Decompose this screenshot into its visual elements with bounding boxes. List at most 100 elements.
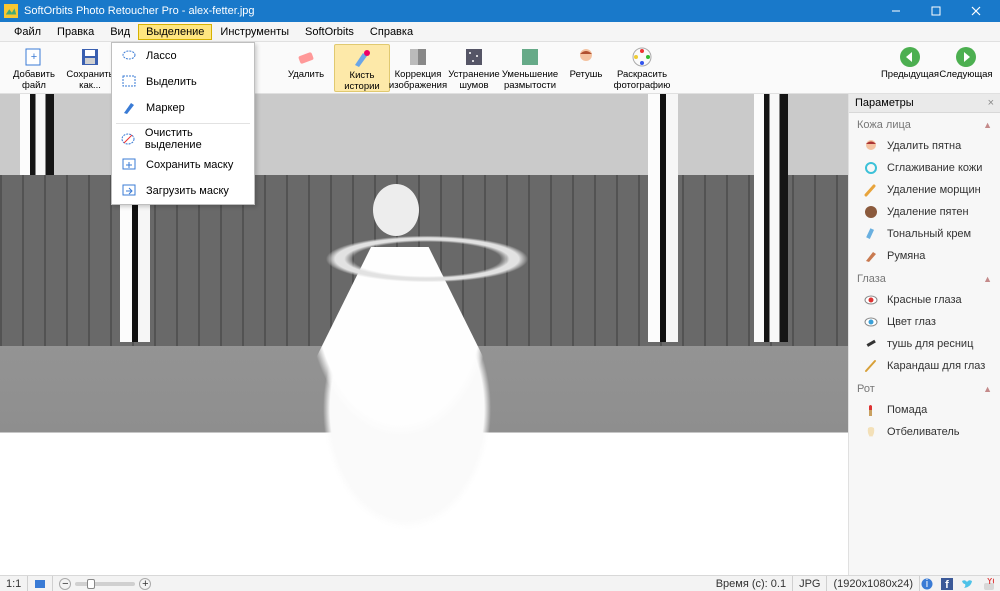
eraser-icon (295, 46, 317, 68)
image-correction-label: Коррекция изображения (389, 69, 447, 91)
side-panel-title: Параметры (855, 97, 914, 109)
dropdown-select-label: Выделить (146, 76, 197, 88)
retouch-button[interactable]: Ретушь (558, 44, 614, 92)
fit-screen-button[interactable] (28, 576, 53, 591)
tool-red-eyes[interactable]: Красные глаза (849, 289, 1000, 311)
dropdown-save-mask-label: Сохранить маску (146, 159, 233, 171)
save-as-label: Сохранить как... (62, 69, 118, 91)
wrinkle-icon (863, 182, 879, 198)
dropdown-select[interactable]: Выделить (112, 69, 254, 95)
colorize-label: Раскрасить фотографию (614, 69, 671, 91)
side-panel-close[interactable]: × (988, 97, 994, 109)
retouch-icon (575, 46, 597, 68)
collapse-icon: ▲ (983, 384, 992, 394)
dropdown-save-mask[interactable]: Сохранить маску (112, 152, 254, 178)
status-dimensions: (1920x1080x24) (827, 576, 920, 591)
tool-blush[interactable]: Румяна (849, 245, 1000, 267)
zoom-slider[interactable] (75, 582, 135, 586)
tool-eye-color[interactable]: Цвет глаз (849, 311, 1000, 333)
side-panel: Параметры × Кожа лица▲ Удалить пятна Сгл… (848, 94, 1000, 575)
menu-selection[interactable]: Выделение (138, 24, 212, 40)
save-as-button[interactable]: Сохранить как... (62, 44, 118, 92)
noise-icon (463, 46, 485, 68)
twitter-icon[interactable] (960, 577, 974, 591)
selection-dropdown: Лассо Выделить Маркер Очистить выделение… (111, 42, 255, 205)
minimize-button[interactable] (876, 0, 916, 22)
svg-text:+: + (31, 51, 37, 63)
zoom-out-button[interactable]: − (59, 578, 71, 590)
menu-softorbits[interactable]: SoftOrbits (297, 24, 362, 40)
tool-foundation[interactable]: Тональный крем (849, 223, 1000, 245)
menu-file[interactable]: Файл (6, 24, 49, 40)
face-icon (863, 138, 879, 154)
collapse-icon: ▲ (983, 120, 992, 130)
lipstick-icon (863, 402, 879, 418)
dropdown-lasso[interactable]: Лассо (112, 43, 254, 69)
dropdown-separator (116, 123, 250, 124)
red-eye-icon (863, 292, 879, 308)
info-icon[interactable]: i (920, 577, 934, 591)
noise-removal-label: Устранение шумов (446, 69, 502, 91)
foundation-icon (863, 226, 879, 242)
dropdown-marker[interactable]: Маркер (112, 95, 254, 121)
add-file-button[interactable]: + Добавить файл (6, 44, 62, 92)
tool-wrinkle-removal[interactable]: Удаление морщин (849, 179, 1000, 201)
deblur-icon (519, 46, 541, 68)
tool-lipstick[interactable]: Помада (849, 399, 1000, 421)
close-button[interactable] (956, 0, 996, 22)
tool-skin-smoothing[interactable]: Сглаживание кожи (849, 157, 1000, 179)
clear-selection-icon (120, 130, 137, 148)
stain-icon (863, 204, 879, 220)
svg-text:You: You (986, 578, 994, 587)
section-eyes[interactable]: Глаза▲ (849, 267, 1000, 289)
image-correction-button[interactable]: Коррекция изображения (390, 44, 446, 92)
svg-text:f: f (945, 579, 949, 590)
delete-button[interactable]: Удалить (278, 44, 334, 92)
app-icon (4, 4, 18, 18)
history-brush-icon (351, 47, 373, 69)
load-mask-icon (120, 182, 138, 200)
deblur-button[interactable]: Уменьшение размытости (502, 44, 558, 92)
tool-eyeliner[interactable]: Карандаш для глаз (849, 355, 1000, 377)
smooth-icon (863, 160, 879, 176)
tool-whitener[interactable]: Отбеливатель (849, 421, 1000, 443)
dropdown-load-mask-label: Загрузить маску (146, 185, 229, 197)
menu-help[interactable]: Справка (362, 24, 421, 40)
blush-icon (863, 248, 879, 264)
dropdown-marker-label: Маркер (146, 102, 185, 114)
tool-remove-spots[interactable]: Удалить пятна (849, 135, 1000, 157)
lasso-icon (120, 47, 138, 65)
next-button[interactable]: Следующая (938, 44, 994, 92)
tool-mascara[interactable]: тушь для ресниц (849, 333, 1000, 355)
history-brush-button[interactable]: Кисть истории (334, 44, 390, 92)
nav-group: Предыдущая Следующая (882, 44, 994, 92)
eye-color-icon (863, 314, 879, 330)
zoom-in-button[interactable]: + (139, 578, 151, 590)
zoom-ratio[interactable]: 1:1 (0, 576, 28, 591)
zoom-controls: − + (53, 576, 157, 591)
maximize-button[interactable] (916, 0, 956, 22)
svg-text:i: i (926, 578, 928, 590)
status-format: JPG (793, 576, 827, 591)
next-label: Следующая (939, 69, 992, 80)
dropdown-load-mask[interactable]: Загрузить маску (112, 178, 254, 204)
retouch-label: Ретушь (570, 69, 603, 80)
menu-edit[interactable]: Правка (49, 24, 102, 40)
colorize-button[interactable]: Раскрасить фотографию (614, 44, 670, 92)
deblur-label: Уменьшение размытости (502, 69, 558, 91)
titlebar: SoftOrbits Photo Retoucher Pro - alex-fe… (0, 0, 1000, 22)
menu-view[interactable]: Вид (102, 24, 138, 40)
facebook-icon[interactable]: f (940, 577, 954, 591)
section-mouth[interactable]: Рот▲ (849, 377, 1000, 399)
section-skin[interactable]: Кожа лица▲ (849, 113, 1000, 135)
prev-icon (899, 46, 921, 68)
select-rect-icon (120, 73, 138, 91)
dropdown-clear-selection[interactable]: Очистить выделение (112, 126, 254, 152)
tool-stain-removal[interactable]: Удаление пятен (849, 201, 1000, 223)
youtube-icon[interactable]: You (980, 577, 994, 591)
noise-removal-button[interactable]: Устранение шумов (446, 44, 502, 92)
menu-tools[interactable]: Инструменты (212, 24, 297, 40)
prev-button[interactable]: Предыдущая (882, 44, 938, 92)
prev-label: Предыдущая (881, 69, 939, 80)
colorize-icon (631, 46, 653, 68)
